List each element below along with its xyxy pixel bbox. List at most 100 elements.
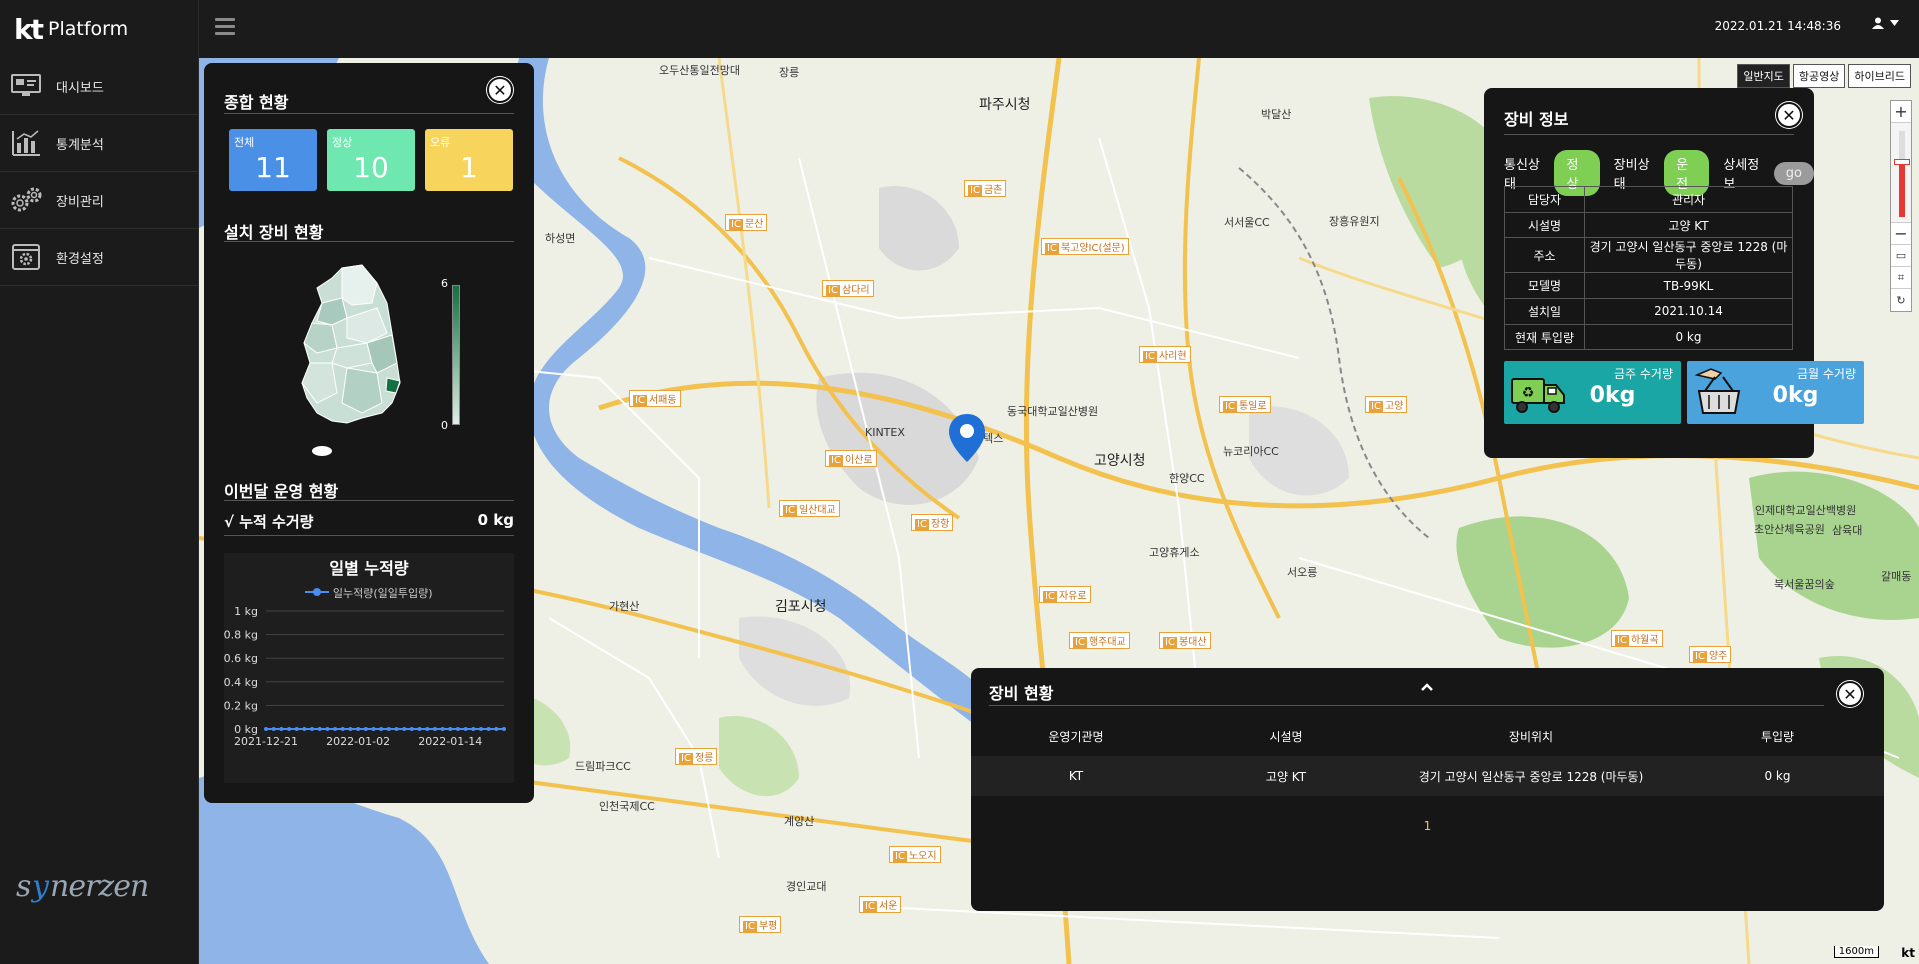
install-title: 설치 장비 현황 xyxy=(224,223,324,242)
brand-logo[interactable]: kt Platform xyxy=(0,0,198,58)
data-point[interactable] xyxy=(379,727,384,731)
map-label: 드림파크CC xyxy=(575,760,631,773)
sidebar-item-equipment[interactable]: 장비관리 xyxy=(0,172,198,229)
column-header[interactable]: 투입량 xyxy=(1671,716,1884,756)
table-value: 경기 고양시 일산동구 중앙로 1228 (마두동) xyxy=(1584,237,1793,274)
kt-logo: kt xyxy=(14,12,44,46)
bar-chart-icon xyxy=(8,128,44,158)
ruler-tool-icon[interactable]: ▭ xyxy=(1891,245,1911,267)
area-tool-icon[interactable]: ⌗ xyxy=(1891,267,1911,289)
zoom-out-button[interactable]: − xyxy=(1891,223,1911,245)
data-point[interactable] xyxy=(494,727,499,731)
data-point[interactable] xyxy=(394,727,399,731)
map-label: 파주시청 xyxy=(979,97,1031,113)
map-ic-marker: IC 사리현 xyxy=(1139,346,1191,363)
zoom-in-button[interactable]: + xyxy=(1891,101,1911,123)
data-point[interactable] xyxy=(448,727,453,731)
table-key: 모델명 xyxy=(1504,272,1585,300)
map-type-hybrid[interactable]: 하이브리드 xyxy=(1848,64,1911,88)
data-point[interactable] xyxy=(356,727,361,731)
collapse-chevron-icon[interactable] xyxy=(1421,680,1433,696)
data-point[interactable] xyxy=(294,727,299,731)
column-header[interactable]: 운영기관명 xyxy=(971,716,1181,756)
data-point[interactable] xyxy=(317,727,322,731)
detail-go-button[interactable]: go xyxy=(1773,161,1814,185)
data-point[interactable] xyxy=(478,727,483,731)
map-label: 고양휴게소 xyxy=(1149,546,1200,559)
data-point[interactable] xyxy=(371,727,376,731)
data-point[interactable] xyxy=(287,727,292,731)
map-ic-marker: IC 문산 xyxy=(725,214,768,231)
map-ic-marker: IC 부평 xyxy=(739,916,782,933)
close-icon[interactable]: ✕ xyxy=(1776,102,1802,128)
map-label: 인천국제CC xyxy=(599,800,655,813)
data-point[interactable] xyxy=(333,727,338,731)
map-label: 초안산체육공원 xyxy=(1754,523,1825,536)
sidebar-item-label: 통계분석 xyxy=(56,137,104,153)
user-menu[interactable] xyxy=(1872,17,1899,29)
map-label: 동국대학교일산병원 xyxy=(1007,405,1099,418)
map-label: 김포시청 xyxy=(775,599,827,615)
card-title: 금월 수거량 xyxy=(1796,367,1856,381)
data-point[interactable] xyxy=(271,727,276,731)
data-point[interactable] xyxy=(348,727,353,731)
map-label: 장릉 xyxy=(779,66,800,79)
data-point[interactable] xyxy=(455,727,460,731)
map-label: 경인교대 xyxy=(786,880,827,893)
data-point[interactable] xyxy=(340,727,345,731)
x-tick-label: 2021-12-21 xyxy=(234,735,298,748)
column-header[interactable]: 장비위치 xyxy=(1391,716,1671,756)
close-icon[interactable]: ✕ xyxy=(487,77,513,103)
menu-toggle-icon[interactable] xyxy=(215,18,235,36)
zoom-slider[interactable] xyxy=(1891,123,1911,223)
data-point[interactable] xyxy=(402,727,407,731)
rotate-tool-icon[interactable]: ↻ xyxy=(1891,289,1911,311)
data-point[interactable] xyxy=(425,727,430,731)
data-point[interactable] xyxy=(502,727,506,731)
data-point[interactable] xyxy=(264,727,268,731)
data-point[interactable] xyxy=(310,727,315,731)
zoom-slider-handle[interactable] xyxy=(1894,159,1910,165)
data-point[interactable] xyxy=(440,727,445,731)
data-point[interactable] xyxy=(432,727,437,731)
monitor-icon xyxy=(8,71,44,101)
table-value: 2021.10.14 xyxy=(1584,298,1793,325)
table-row: 설치일 2021.10.14 xyxy=(1504,298,1793,325)
y-tick-label: 0.6 kg xyxy=(224,652,258,665)
sidebar-item-dashboard[interactable]: 대시보드 xyxy=(0,58,198,115)
stat-value: 1 xyxy=(460,151,478,184)
card-value: 0kg xyxy=(1772,383,1819,408)
map-ic-marker: IC 하월곡 xyxy=(1611,630,1663,647)
accumulated-row: √ 누적 수거량 0 kg xyxy=(224,511,514,532)
data-point[interactable] xyxy=(409,727,414,731)
user-icon xyxy=(1872,17,1884,29)
sidebar-item-label: 환경설정 xyxy=(56,251,104,267)
location-pin-icon[interactable] xyxy=(947,412,987,464)
sidebar-item-settings[interactable]: 환경설정 xyxy=(0,229,198,286)
column-header[interactable]: 시설명 xyxy=(1181,716,1391,756)
x-tick-label: 2022-01-02 xyxy=(326,735,390,748)
data-point[interactable] xyxy=(386,727,391,731)
data-point[interactable] xyxy=(279,727,284,731)
equipment-list-panel: 장비 현황 ✕ 운영기관명 시설명 장비위치 투입량 KT 고양 KT 경기 고… xyxy=(971,668,1884,911)
data-point[interactable] xyxy=(302,727,307,731)
monthly-collection-card: 금월 수거량 0kg xyxy=(1687,361,1864,424)
data-point[interactable] xyxy=(486,727,491,731)
close-icon[interactable]: ✕ xyxy=(1837,681,1863,707)
pagination-page[interactable]: 1 xyxy=(971,819,1884,833)
data-point[interactable] xyxy=(417,727,422,731)
map-type-normal[interactable]: 일반지도 xyxy=(1737,64,1790,88)
map-ic-marker: IC 노오지 xyxy=(889,846,941,863)
equipment-info-title: 장비 정보 xyxy=(1504,110,1569,129)
korea-choropleth-map[interactable] xyxy=(292,263,412,463)
sidebar-item-statistics[interactable]: 통계분석 xyxy=(0,115,198,172)
data-point[interactable] xyxy=(471,727,476,731)
table-value: 관리자 xyxy=(1584,186,1793,213)
map-ic-marker: IC 삼다리 xyxy=(822,280,874,297)
data-point[interactable] xyxy=(363,727,368,731)
table-value: 고양 KT xyxy=(1584,211,1793,239)
data-point[interactable] xyxy=(463,727,468,731)
data-point[interactable] xyxy=(325,727,330,731)
map-type-aerial[interactable]: 항공영상 xyxy=(1792,64,1846,88)
table-row[interactable]: KT 고양 KT 경기 고양시 일산동구 중앙로 1228 (마두동) 0 kg xyxy=(971,756,1884,796)
